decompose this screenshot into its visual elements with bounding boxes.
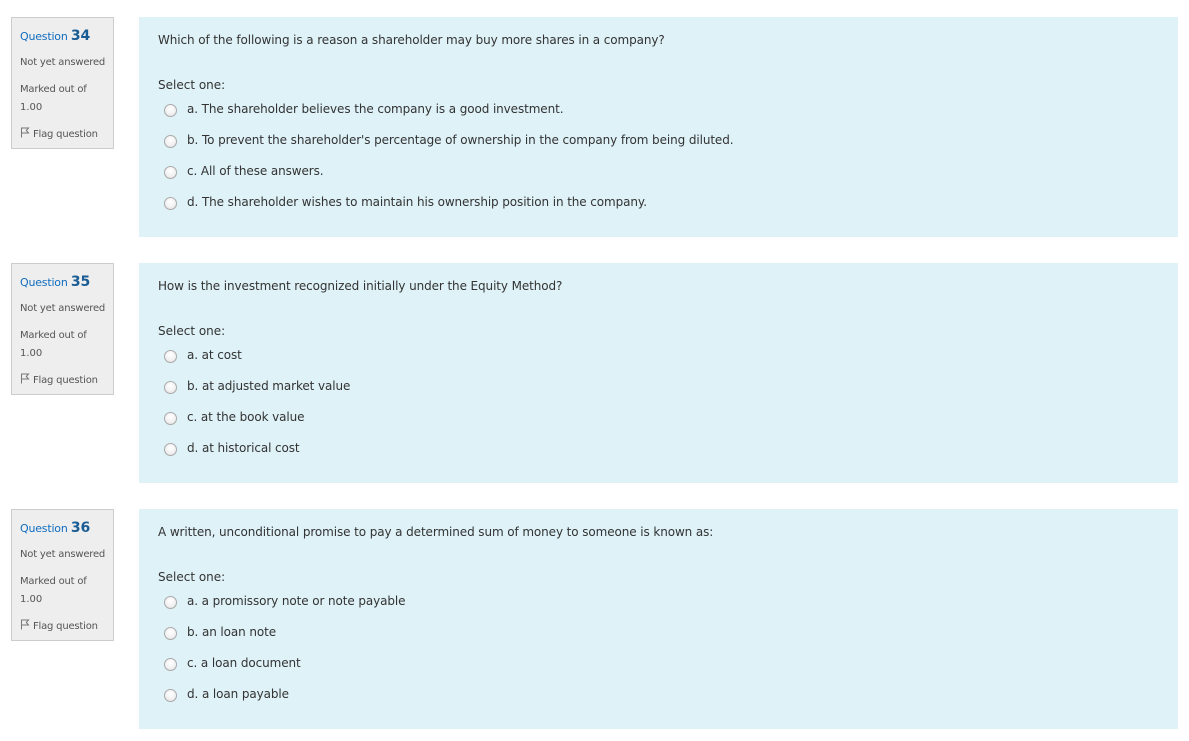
marked-out-of-label: Marked out of (20, 330, 87, 341)
question-state: Not yet answered (20, 549, 106, 560)
answer-option-label[interactable]: c. at the book value (187, 410, 305, 424)
radio-unchecked-icon[interactable] (164, 166, 177, 179)
answer-option-label[interactable]: b. at adjusted market value (187, 379, 350, 393)
question-content: How is the investment recognized initial… (139, 263, 1178, 483)
question-number: Question 35 (20, 274, 90, 290)
question-block: Question 34 Not yet answered Marked out … (0, 17, 1189, 237)
marked-out-of-value: 1.00 (20, 102, 43, 113)
select-one-prompt: Select one: (158, 78, 226, 92)
question-block: Question 35 Not yet answered Marked out … (0, 263, 1189, 483)
question-text: A written, unconditional promise to pay … (158, 525, 714, 539)
marked-out-of-value: 1.00 (20, 348, 43, 359)
question-number: Question 34 (20, 28, 90, 44)
question-info-panel: Question 34 Not yet answered Marked out … (11, 17, 114, 149)
radio-unchecked-icon[interactable] (164, 443, 177, 456)
radio-unchecked-icon[interactable] (164, 627, 177, 640)
flag-question-link[interactable]: Flag question (20, 373, 98, 386)
radio-unchecked-icon[interactable] (164, 381, 177, 394)
answer-option-label[interactable]: a. at cost (187, 348, 242, 362)
question-content: A written, unconditional promise to pay … (139, 509, 1178, 729)
question-info-panel: Question 35 Not yet answered Marked out … (11, 263, 114, 395)
answer-option-label[interactable]: b. an loan note (187, 625, 276, 639)
flag-question-label: Flag question (33, 129, 98, 140)
radio-unchecked-icon[interactable] (164, 104, 177, 117)
flag-question-label: Flag question (33, 375, 98, 386)
answer-option-label[interactable]: c. a loan document (187, 656, 301, 670)
question-text: How is the investment recognized initial… (158, 279, 563, 293)
flag-question-link[interactable]: Flag question (20, 619, 98, 632)
flag-icon (21, 373, 30, 384)
question-number: Question 36 (20, 520, 90, 536)
select-one-prompt: Select one: (158, 570, 226, 584)
question-state: Not yet answered (20, 303, 106, 314)
radio-unchecked-icon[interactable] (164, 596, 177, 609)
answer-option-label[interactable]: a. a promissory note or note payable (187, 594, 406, 608)
answer-option-label[interactable]: c. All of these answers. (187, 164, 324, 178)
answer-option-label[interactable]: d. at historical cost (187, 441, 300, 455)
answer-option-label[interactable]: d. The shareholder wishes to maintain hi… (187, 195, 647, 209)
radio-unchecked-icon[interactable] (164, 689, 177, 702)
flag-icon (21, 619, 30, 630)
flag-question-link[interactable]: Flag question (20, 127, 98, 140)
question-block: Question 36 Not yet answered Marked out … (0, 509, 1189, 729)
question-state: Not yet answered (20, 57, 106, 68)
answer-option-label[interactable]: d. a loan payable (187, 687, 289, 701)
question-text: Which of the following is a reason a sha… (158, 33, 665, 47)
radio-unchecked-icon[interactable] (164, 350, 177, 363)
select-one-prompt: Select one: (158, 324, 226, 338)
radio-unchecked-icon[interactable] (164, 658, 177, 671)
answer-option-label[interactable]: a. The shareholder believes the company … (187, 102, 564, 116)
marked-out-of-value: 1.00 (20, 594, 43, 605)
radio-unchecked-icon[interactable] (164, 197, 177, 210)
radio-unchecked-icon[interactable] (164, 412, 177, 425)
radio-unchecked-icon[interactable] (164, 135, 177, 148)
question-info-panel: Question 36 Not yet answered Marked out … (11, 509, 114, 641)
answer-option-label[interactable]: b. To prevent the shareholder's percenta… (187, 133, 734, 147)
flag-icon (21, 127, 30, 138)
marked-out-of-label: Marked out of (20, 576, 87, 587)
marked-out-of-label: Marked out of (20, 84, 87, 95)
question-content: Which of the following is a reason a sha… (139, 17, 1178, 237)
flag-question-label: Flag question (33, 621, 98, 632)
